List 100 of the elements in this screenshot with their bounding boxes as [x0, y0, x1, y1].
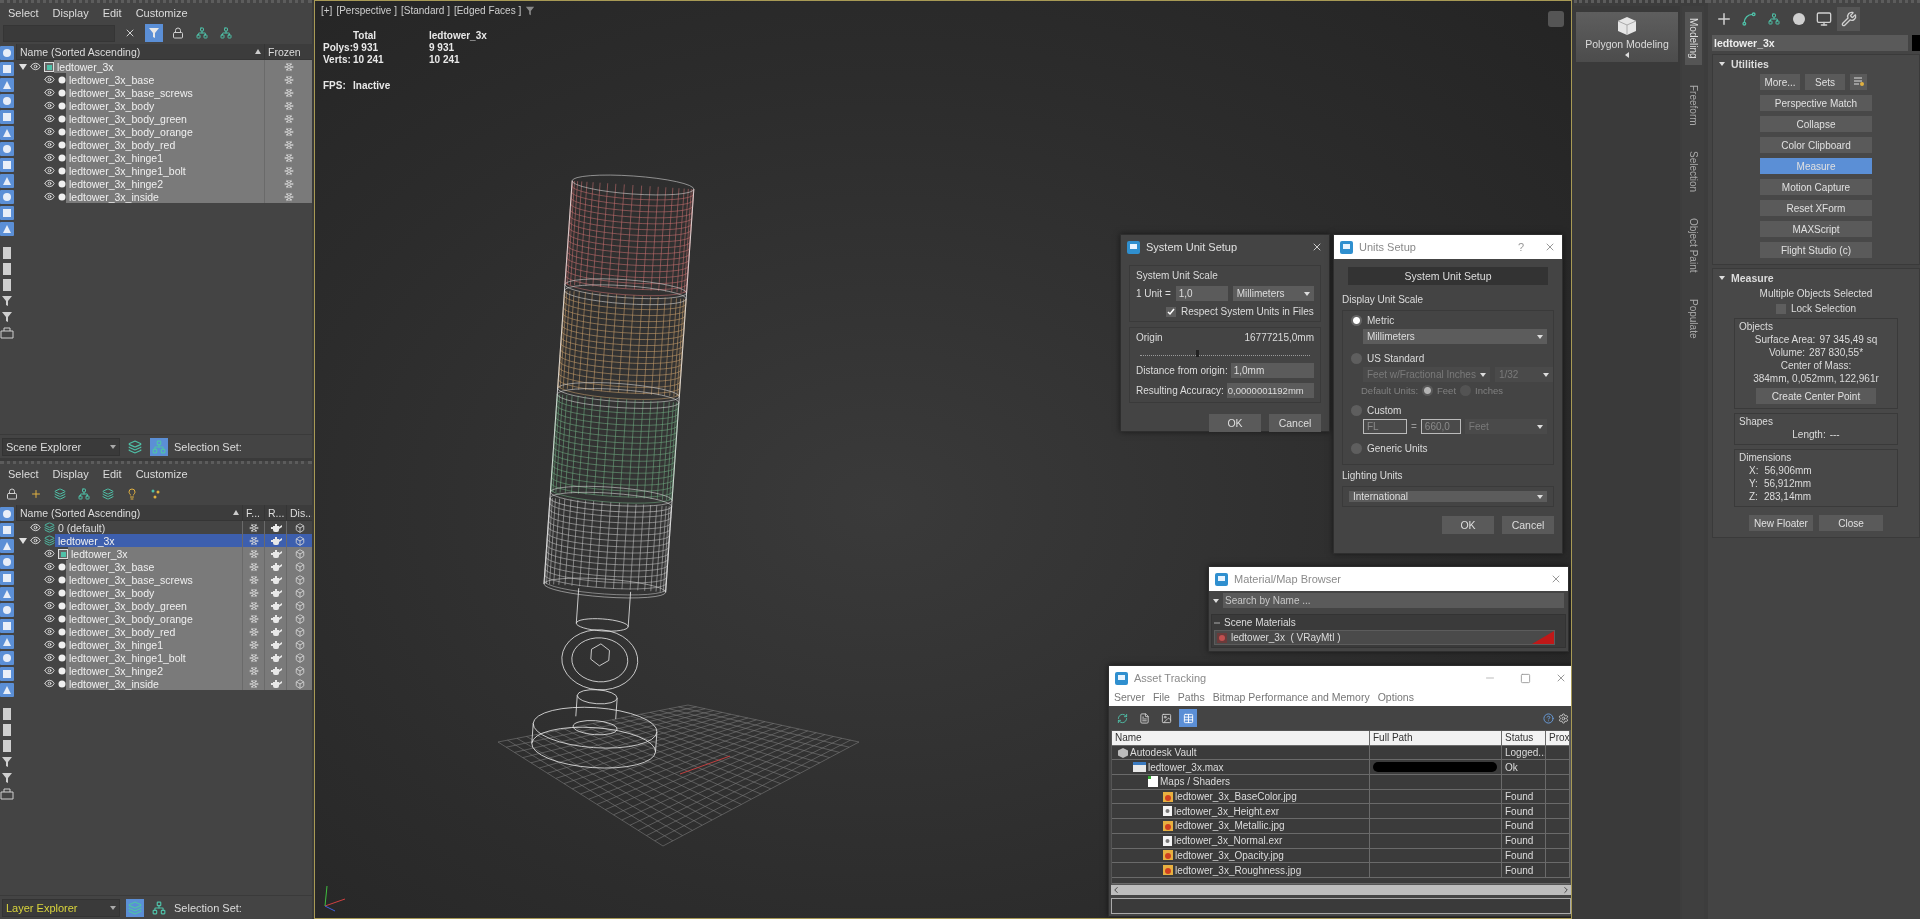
cube-icon[interactable] [294, 639, 305, 650]
tree-row[interactable]: ledtower_3x_body_orange [66, 125, 312, 138]
snowflake-icon[interactable] [248, 561, 259, 572]
column-header[interactable]: Dis... [290, 506, 312, 519]
viewport-label[interactable]: [+] [321, 5, 333, 16]
input-field[interactable]: 1,0 [1175, 286, 1228, 301]
snowflake-icon[interactable] [283, 178, 294, 189]
toolbar-button[interactable] [145, 24, 163, 42]
snowflake-icon[interactable] [283, 87, 294, 98]
menu-item[interactable]: Options [1377, 691, 1414, 703]
menu-item[interactable]: Display [52, 7, 89, 19]
close-icon[interactable] [1544, 241, 1556, 253]
tree-row[interactable]: ledtower_3x_hinge2 [66, 664, 312, 677]
tree-row[interactable]: ledtower_3x [54, 60, 312, 73]
funnel-icon[interactable] [0, 310, 14, 324]
menu-item[interactable]: Bitmap Performance and Memory [1212, 691, 1370, 703]
utility-button[interactable]: More... [1760, 74, 1800, 90]
snowflake-icon[interactable] [248, 652, 259, 663]
column-header[interactable]: R... [268, 506, 285, 519]
rollout-title[interactable]: Utilities [1731, 58, 1769, 70]
cube-icon[interactable] [294, 600, 305, 611]
menu-item[interactable]: Select [8, 7, 39, 19]
viewport-label[interactable]: [Perspective ] [336, 5, 397, 16]
menu-item[interactable]: Customize [135, 468, 188, 480]
toolbar-button[interactable] [126, 898, 144, 917]
maximize-icon[interactable] [1520, 672, 1531, 684]
tree-row[interactable]: ledtower_3x_base_screws [66, 573, 312, 586]
dialog-button[interactable]: Cancel [1502, 516, 1554, 534]
tree-row[interactable]: ledtower_3x_body [66, 586, 312, 599]
close-icon[interactable] [1311, 241, 1323, 253]
column-header[interactable]: Full Path [1373, 732, 1413, 744]
cube-icon[interactable] [294, 613, 305, 624]
measure-button[interactable]: New Floater [1749, 515, 1813, 531]
cube-icon[interactable] [294, 574, 305, 585]
snowflake-icon[interactable] [248, 600, 259, 611]
toolbar-button[interactable] [150, 437, 168, 456]
panel-tab[interactable] [1837, 7, 1860, 31]
horizontal-scrollbar[interactable] [1111, 884, 1571, 895]
tree-row[interactable]: ledtower_3x_body_green [66, 599, 312, 612]
scroll-left-icon[interactable] [1111, 884, 1121, 895]
measure-button[interactable]: Close [1819, 515, 1883, 531]
square-icon[interactable] [0, 723, 14, 737]
cube-icon[interactable] [294, 652, 305, 663]
snowflake-icon[interactable] [283, 152, 294, 163]
cube-icon[interactable] [294, 535, 305, 546]
tree-row[interactable]: ledtower_3x_base [66, 73, 312, 86]
scroll-right-icon[interactable] [1561, 884, 1571, 895]
create-center-point-button[interactable]: Create Center Point [1756, 388, 1876, 404]
utility-button[interactable]: Perspective Match [1760, 95, 1872, 111]
menu-item[interactable]: Edit [102, 468, 122, 480]
cube-icon[interactable] [294, 587, 305, 598]
cube-icon[interactable] [294, 665, 305, 676]
snowflake-icon[interactable] [248, 639, 259, 650]
column-header[interactable]: Name [1115, 732, 1142, 744]
cube-icon[interactable] [294, 522, 305, 533]
collapse-icon[interactable] [1214, 619, 1220, 626]
snowflake-icon[interactable] [283, 113, 294, 124]
utility-button[interactable]: Motion Capture [1760, 179, 1872, 195]
search-field[interactable]: Search by Name ... [1223, 593, 1564, 608]
icon-button[interactable] [1850, 74, 1867, 90]
utility-button[interactable]: Collapse [1760, 116, 1872, 132]
system-unit-setup-button[interactable]: System Unit Setup [1348, 267, 1548, 285]
snowflake-icon[interactable] [248, 535, 259, 546]
ribbon-tab[interactable]: Modeling [1684, 12, 1702, 65]
ribbon-tab[interactable]: Object Paint [1684, 212, 1702, 279]
dialog-button[interactable]: OK [1442, 516, 1494, 534]
ribbon-tab[interactable]: Selection [1684, 145, 1702, 199]
viewport[interactable] [314, 0, 1572, 919]
explorer-dropdown[interactable]: Scene Explorer [2, 437, 120, 456]
funnel-icon[interactable] [0, 771, 14, 785]
utility-button[interactable]: Flight Studio (c) [1760, 242, 1872, 258]
utility-button[interactable]: MAXScript [1760, 221, 1872, 237]
toolbar-button[interactable] [75, 485, 93, 503]
snowflake-icon[interactable] [248, 626, 259, 637]
document-icon[interactable] [0, 246, 14, 260]
snowflake-icon[interactable] [248, 574, 259, 585]
expand-caret-icon[interactable] [19, 536, 27, 545]
explorer-dropdown[interactable]: Layer Explorer [2, 898, 120, 917]
object-name-field[interactable]: ledtower_3x [1712, 35, 1908, 51]
radio-button[interactable] [1351, 315, 1362, 326]
tree-row[interactable]: ledtower_3x_base [66, 560, 312, 573]
snowflake-icon[interactable] [283, 139, 294, 150]
snowflake-icon[interactable] [283, 191, 294, 202]
radio-button[interactable] [1351, 443, 1362, 454]
checkbox[interactable] [1166, 306, 1176, 317]
snowflake-icon[interactable] [283, 165, 294, 176]
toolbar-button[interactable] [51, 485, 69, 503]
viewport-label[interactable]: [Standard ] [401, 5, 450, 16]
snowflake-icon[interactable] [283, 100, 294, 111]
menu-item[interactable]: File [1152, 691, 1170, 703]
toolbar-button[interactable] [193, 24, 211, 42]
settings-icon[interactable] [1558, 712, 1569, 724]
tree-row[interactable]: ledtower_3x_body_red [66, 138, 312, 151]
tree-row[interactable]: ledtower_3x_base_screws [66, 86, 312, 99]
toolbar-button[interactable] [99, 485, 117, 503]
tool-tile[interactable]: Polygon Modeling [1576, 12, 1678, 62]
document-icon[interactable] [0, 707, 14, 721]
tree-row[interactable]: ledtower_3x_hinge1 [66, 151, 312, 164]
ribbon-tab[interactable]: Freeform [1684, 78, 1702, 132]
tree-row[interactable]: ledtower_3x [55, 534, 312, 547]
